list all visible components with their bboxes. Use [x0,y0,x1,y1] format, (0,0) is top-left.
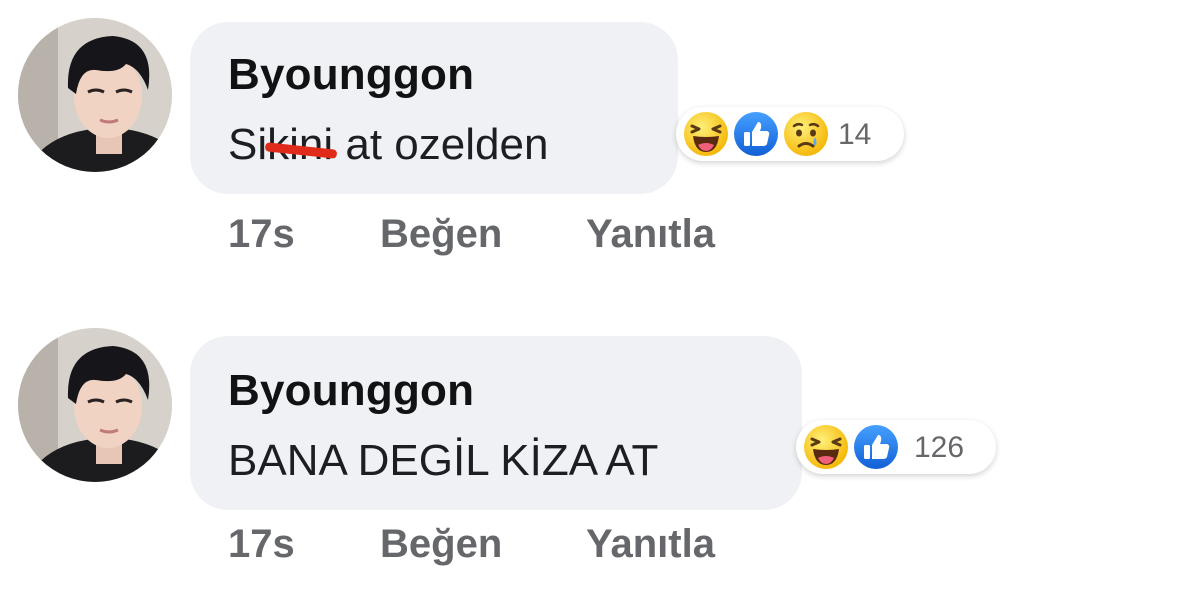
like-button[interactable]: Beğen [380,212,502,257]
comment-1: Byounggon Sikini at ozelden 14 17s Beğen… [0,0,1200,300]
comment-time[interactable]: 17s [228,522,295,567]
profile-photo [18,328,172,482]
comment-time[interactable]: 17s [228,212,295,257]
comment-text-prefix: Si [228,120,268,169]
reaction-count: 14 [838,118,872,151]
comment-text: Sikini at ozelden [228,120,548,170]
laugh-emoji-icon [682,110,730,158]
comment-2: Byounggon BANA DEGİL KİZA AT 126 17s Beğ… [0,310,1200,610]
laugh-emoji-icon [802,423,850,471]
comment-author[interactable]: Byounggon [228,366,474,416]
like-thumb-icon [732,110,780,158]
comment-bubble: Byounggon BANA DEGİL KİZA AT [190,336,802,510]
avatar[interactable] [18,18,172,172]
reactions-summary[interactable]: 14 [676,107,904,161]
comment-author[interactable]: Byounggon [228,50,474,100]
censored-word: kini [264,120,338,170]
sad-emoji-icon [782,110,830,158]
like-thumb-icon [852,423,900,471]
comment-text: BANA DEGİL KİZA AT [228,436,659,485]
reply-button[interactable]: Yanıtla [586,522,715,567]
reactions-summary[interactable]: 126 [796,420,996,474]
like-button[interactable]: Beğen [380,522,502,567]
avatar[interactable] [18,328,172,482]
reaction-count: 126 [914,431,965,464]
comment-text-suffix: at ozelden [333,120,549,169]
comment-bubble: Byounggon Sikini at ozelden [190,22,678,194]
profile-photo [18,18,172,172]
reply-button[interactable]: Yanıtla [586,212,715,257]
